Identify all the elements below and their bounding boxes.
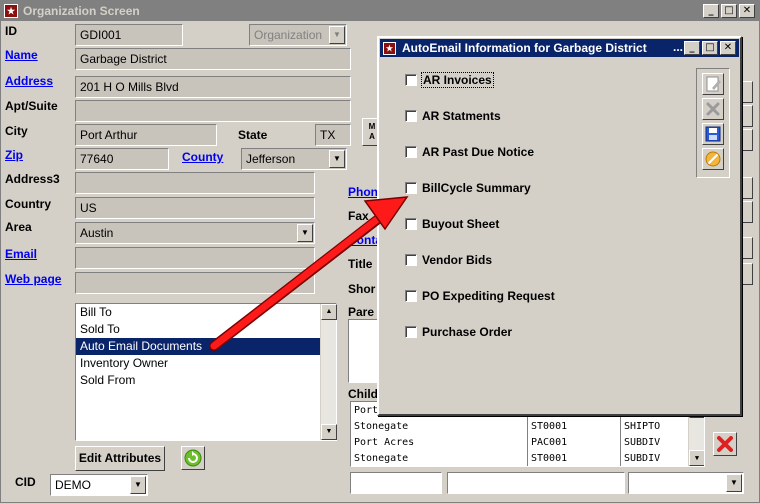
organization-window: ★ Organization Screen _ □ ✕ ID Name Addr… <box>0 0 760 503</box>
annotation-arrow <box>209 196 409 351</box>
